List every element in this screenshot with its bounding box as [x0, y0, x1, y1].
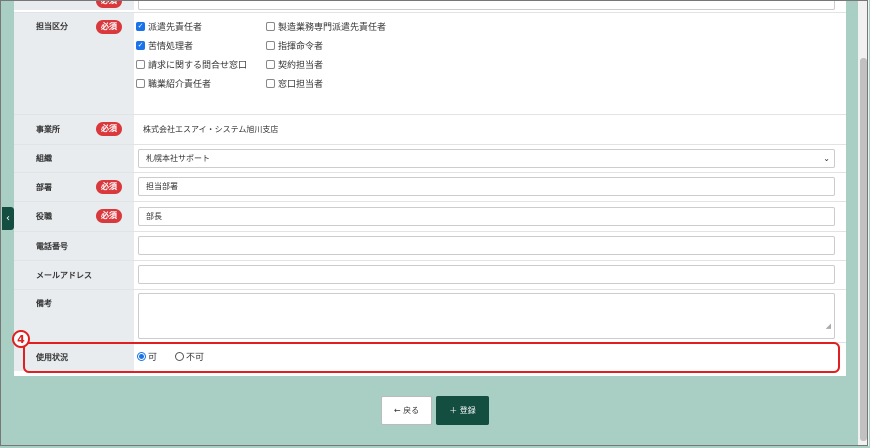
phone-input[interactable]: [138, 236, 835, 255]
row-tantou: 担当区分 必須 ✓ 派遣先責任者 製造業務専門派遣先責任者 ✓ 苦情処理者 指揮命令…: [14, 13, 846, 114]
notes-textarea[interactable]: ◢: [138, 293, 835, 339]
checkbox-seikyu[interactable]: 請求に関する問合せ窓口: [136, 58, 247, 71]
register-button[interactable]: ＋ 登録: [436, 396, 489, 425]
email-label: メールアドレス: [36, 270, 92, 280]
position-input[interactable]: 部長: [138, 207, 835, 226]
row-dept: 部署 必須 担当部署: [14, 173, 846, 201]
row-notes: 備考 ◢: [14, 290, 846, 342]
check-icon: ✓: [136, 41, 145, 50]
row-email: メールアドレス: [14, 261, 846, 289]
dept-label: 部署: [36, 182, 52, 192]
required-badge: 必須: [96, 0, 122, 8]
checkbox-seizou-sekininsha[interactable]: 製造業務専門派遣先責任者: [266, 20, 386, 33]
required-badge: 必須: [96, 20, 122, 34]
office-value: 株式会社エスアイ・システム旭川支店: [143, 125, 279, 134]
top-input[interactable]: [138, 0, 835, 10]
annotation-number-badge: 4: [12, 330, 30, 348]
tantou-label: 担当区分: [36, 22, 68, 31]
checkbox-shiki[interactable]: 指揮命令者: [266, 39, 323, 52]
org-label: 組織: [36, 154, 52, 163]
required-badge: 必須: [96, 122, 122, 136]
scrollbar[interactable]: [858, 0, 869, 446]
back-button[interactable]: ← 戻る: [381, 396, 432, 425]
row-office: 事業所 必須 株式会社エスアイ・システム旭川支店: [14, 115, 846, 144]
org-select[interactable]: 札幌本社サポート ⌄: [138, 149, 835, 168]
checkbox-haken-sekininsha[interactable]: ✓ 派遣先責任者: [136, 20, 202, 33]
scrollbar-thumb[interactable]: [860, 58, 867, 441]
notes-label: 備考: [36, 299, 52, 308]
top-row: 必須: [14, 0, 846, 10]
checkbox-kujou[interactable]: ✓ 苦情処理者: [136, 39, 193, 52]
dept-input[interactable]: 担当部署: [138, 177, 835, 196]
row-phone: 電話番号: [14, 232, 846, 260]
resize-grip-icon[interactable]: ◢: [826, 318, 831, 335]
checkbox-shokugyou[interactable]: 職業紹介責任者: [136, 77, 211, 90]
checkbox-keiyaku[interactable]: 契約担当者: [266, 58, 323, 71]
annotation-highlight: [23, 342, 840, 373]
required-badge: 必須: [96, 209, 122, 223]
chevron-down-icon: ⌄: [823, 154, 830, 163]
office-label: 事業所: [36, 125, 60, 134]
chevron-left-icon[interactable]: ‹: [2, 207, 14, 230]
position-label: 役職: [36, 212, 52, 221]
checkbox-madoguchi[interactable]: 窓口担当者: [266, 77, 323, 90]
row-position: 役職 必須 部長: [14, 202, 846, 231]
row-org: 組織 札幌本社サポート ⌄: [14, 145, 846, 172]
phone-label: 電話番号: [36, 241, 68, 251]
email-input[interactable]: [138, 265, 835, 284]
required-badge: 必須: [96, 180, 122, 194]
check-icon: ✓: [136, 22, 145, 31]
